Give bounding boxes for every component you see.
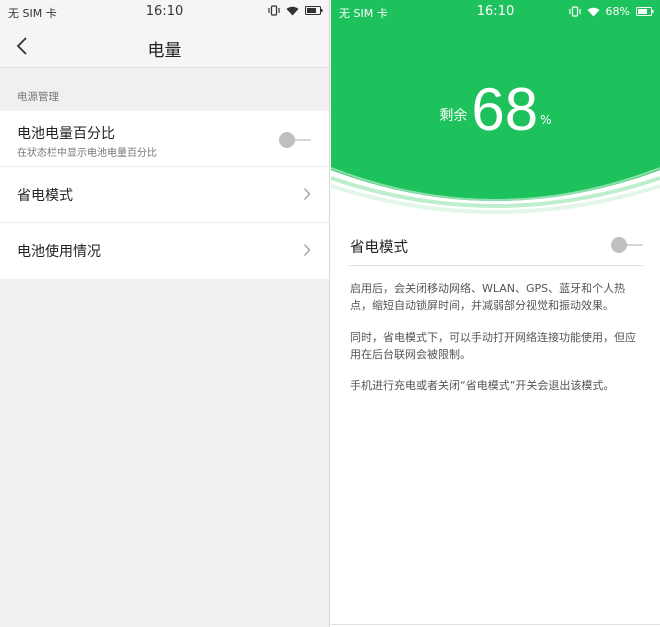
battery-remaining-prefix: 剩余 — [439, 108, 468, 124]
battery-settings-screen: 无 SIM 卡 16:10 电量 电源管理 电池电量百分比 在状态栏中显示电池电… — [0, 0, 330, 627]
status-bar: 无 SIM 卡 16:10 68% — [331, 0, 660, 24]
section-label-power-management: 电源管理 — [17, 91, 59, 103]
description-paragraph: 启用后，会关闭移动网络、WLAN、GPS、蓝牙和个人热点，缩短自动锁屏时间，并减… — [350, 282, 626, 312]
battery-usage-label: 电池使用情况 — [17, 244, 101, 260]
battery-icon — [305, 6, 323, 15]
chevron-right-icon — [304, 188, 311, 200]
settings-list: 电池电量百分比 在状态栏中显示电池电量百分比 省电模式 电池使用情况 — [0, 111, 329, 279]
power-saving-mode-label: 省电模式 — [350, 240, 408, 256]
battery-percentage-toggle[interactable] — [279, 131, 311, 149]
chevron-right-icon — [304, 244, 311, 256]
description-paragraph: 同时，省电模式下，可以手动打开网络连接功能使用，但应用在后台联网会被限制。 — [350, 331, 636, 361]
divider — [331, 624, 660, 625]
wifi-icon — [286, 6, 299, 15]
power-saving-toggle[interactable] — [611, 236, 643, 254]
page-title: 电量 — [147, 41, 182, 61]
battery-percentage-label: 电池电量百分比 — [17, 126, 115, 142]
battery-usage-row[interactable]: 电池使用情况 — [0, 223, 329, 279]
battery-remaining-unit: % — [540, 113, 552, 127]
vibrate-icon — [568, 6, 581, 17]
battery-percentage-sublabel: 在状态栏中显示电池电量百分比 — [17, 148, 157, 159]
power-saving-mode-label: 省电模式 — [17, 188, 73, 204]
power-saving-mode-row[interactable]: 省电模式 — [0, 167, 329, 223]
description-paragraph: 手机进行充电或者关闭“省电模式”开关会退出该模式。 — [350, 379, 615, 392]
power-saving-toggle-row[interactable]: 省电模式 — [349, 226, 643, 266]
battery-remaining: 剩余68% — [331, 76, 660, 144]
battery-remaining-value: 68 — [471, 76, 539, 143]
wifi-icon — [587, 7, 600, 16]
battery-percent-text: 68% — [605, 5, 630, 18]
app-header: 电量 — [0, 24, 329, 68]
vibrate-icon — [268, 5, 280, 16]
battery-percentage-row[interactable]: 电池电量百分比 在状态栏中显示电池电量百分比 — [0, 111, 329, 167]
status-bar: 无 SIM 卡 16:10 — [0, 0, 329, 24]
power-saving-mode-screen: 无 SIM 卡 16:10 68% 剩余68% 省电模式 启用后，会关闭移动网络… — [331, 0, 660, 627]
battery-icon — [636, 7, 654, 16]
